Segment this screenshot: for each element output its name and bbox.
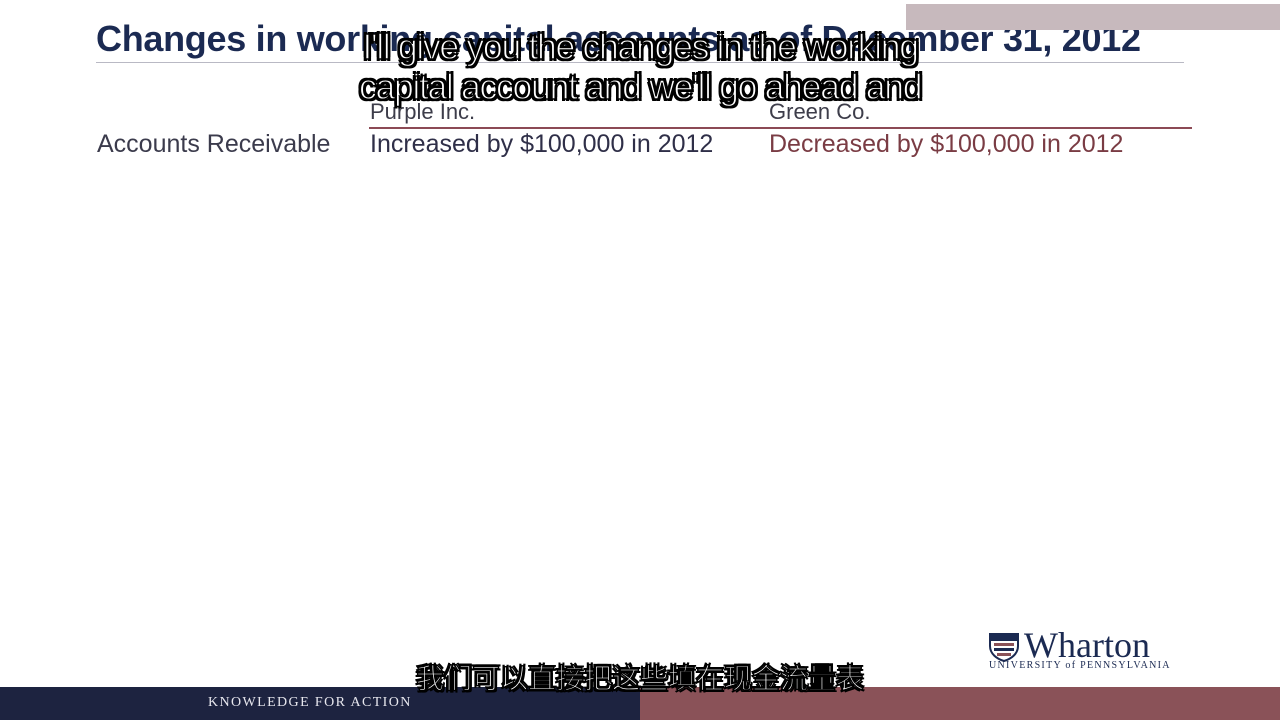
subtitle-english-line-2: capital account and we'll go ahead and bbox=[358, 65, 923, 107]
cell-purple-accounts-receivable: Increased by $100,000 in 2012 bbox=[370, 130, 714, 158]
row-label-accounts-receivable: Accounts Receivable bbox=[97, 130, 331, 158]
column-header-divider bbox=[369, 127, 1192, 129]
footer-tagline: KNOWLEDGE FOR ACTION bbox=[208, 695, 412, 710]
subtitle-english-line-1: I'll give you the changes in the working bbox=[362, 25, 920, 67]
cell-green-accounts-receivable: Decreased by $100,000 in 2012 bbox=[769, 130, 1124, 158]
subtitle-chinese: 我们可以直接把这些填在现金流量表 bbox=[415, 661, 864, 695]
